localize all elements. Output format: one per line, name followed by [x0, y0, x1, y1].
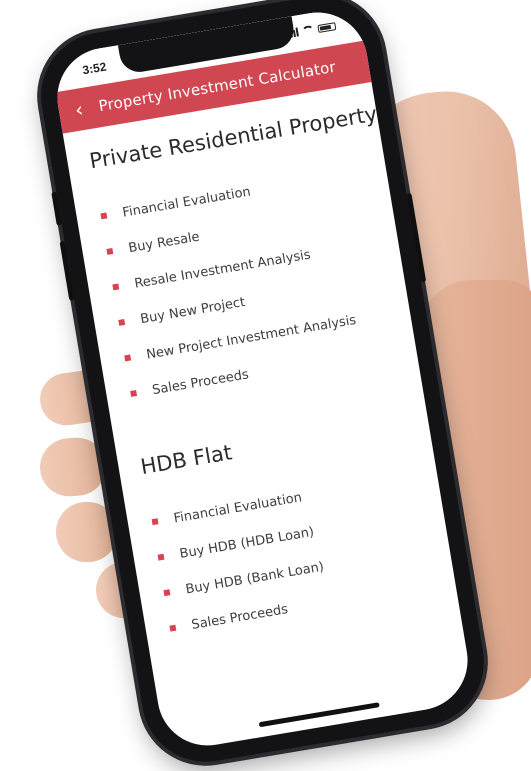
bullet-icon: [163, 589, 171, 597]
hand-finger: [38, 435, 108, 499]
private-property-menu: Financial Evaluation Buy Resale Resale I…: [96, 155, 397, 412]
bullet-icon: [124, 354, 132, 362]
menu-item-label: Sales Proceeds: [151, 366, 250, 398]
bullet-icon: [118, 319, 126, 326]
bullet-icon: [157, 553, 165, 561]
menu-item-label: Sales Proceeds: [190, 601, 290, 633]
status-icons: [287, 21, 337, 39]
hand-finger: [56, 502, 118, 562]
hdb-flat-menu: Financial Evaluation Buy HDB (HDB Loan) …: [147, 460, 436, 646]
bullet-icon: [169, 624, 177, 632]
bullet-icon: [112, 283, 120, 291]
menu-item-label: Buy Resale: [127, 229, 201, 256]
chevron-left-icon: ‹: [73, 97, 85, 123]
battery-icon: [317, 22, 337, 33]
bullet-icon: [106, 247, 114, 255]
status-time: 3:52: [81, 59, 108, 78]
back-button[interactable]: ‹: [56, 86, 102, 134]
photo-scene: 3:52 ‹ Property Investment Calculator Pr…: [0, 0, 531, 771]
bullet-icon: [130, 390, 138, 397]
bullet-icon: [151, 518, 159, 526]
bullet-icon: [100, 212, 108, 220]
wifi-icon: [301, 24, 315, 36]
